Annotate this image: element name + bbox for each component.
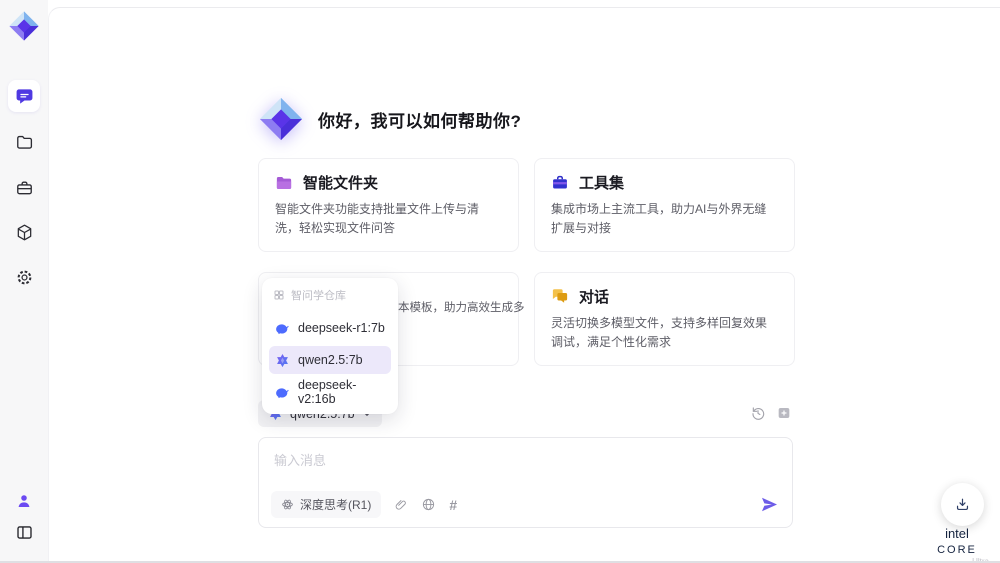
- history-icon[interactable]: [750, 405, 766, 421]
- folder-icon: [15, 133, 34, 152]
- deepseek-icon: [275, 385, 290, 400]
- repository-icon: [273, 289, 285, 301]
- download-icon: [954, 496, 971, 513]
- qwen-icon: [275, 353, 290, 368]
- card-smart-folder[interactable]: 智能文件夹 智能文件夹功能支持批量文件上传与清洗，轻松实现文件问答: [258, 158, 519, 252]
- model-option-label: deepseek-v2:16b: [298, 378, 357, 406]
- sidebar-item-folders[interactable]: [8, 126, 40, 158]
- user-icon: [15, 492, 33, 510]
- atom-icon: [281, 498, 294, 511]
- app-window: 你好，我可以如何帮助你? 智能文件夹 智能文件夹功能支持批量文件上传与清洗，轻松…: [0, 0, 1000, 563]
- deep-think-label: 深度思考(R1): [300, 498, 372, 512]
- model-option-deepseek-r1[interactable]: deepseek-r1:7b: [269, 314, 391, 342]
- card-title: 工具集: [579, 175, 625, 192]
- conversation-actions: [750, 405, 792, 421]
- attachment-icon[interactable]: [394, 498, 408, 512]
- card-description: 灵活切换多模型文件，支持多样回复效果调试，满足个性化需求: [551, 315, 768, 350]
- chat-bubble-icon: [15, 87, 34, 106]
- toolset-icon: [551, 174, 569, 192]
- smart-folder-icon: [275, 174, 293, 192]
- greeting: 你好，我可以如何帮助你?: [258, 96, 521, 142]
- deep-think-toggle[interactable]: 深度思考(R1): [271, 491, 382, 518]
- intel-core-badge: intel core Ultra: [925, 526, 989, 563]
- model-dropdown: 智问学仓库 deepseek-r1:7b qwen2.5:7b deepseek…: [262, 278, 398, 414]
- model-dropdown-header: 智问学仓库: [269, 286, 391, 310]
- model-option-deepseek-v2[interactable]: deepseek-v2:16b: [269, 378, 391, 406]
- composer-toolbar: 深度思考(R1) #: [271, 491, 779, 518]
- hash-prompt-icon[interactable]: #: [449, 497, 457, 513]
- model-option-label: qwen2.5:7b: [298, 353, 363, 367]
- sidebar: [0, 0, 48, 563]
- card-description: 集成市场上主流工具，助力AI与外界无缝扩展与对接: [551, 202, 767, 236]
- intel-wordmark: intel: [945, 526, 969, 541]
- new-chat-icon[interactable]: [776, 405, 792, 421]
- dialogue-icon: [551, 287, 569, 305]
- sidebar-item-settings[interactable]: [8, 261, 40, 293]
- sidebar-item-toolbox[interactable]: [8, 172, 40, 204]
- model-option-label: deepseek-r1:7b: [298, 321, 385, 335]
- briefcase-icon: [15, 179, 34, 198]
- card-title: 智能文件夹: [303, 175, 379, 192]
- panel-layout-icon: [15, 523, 34, 542]
- model-option-qwen[interactable]: qwen2.5:7b: [269, 346, 391, 374]
- send-button[interactable]: [760, 495, 779, 514]
- composer: 深度思考(R1) #: [258, 437, 793, 528]
- core-wordmark: core: [937, 544, 977, 556]
- app-logo-icon: [8, 10, 40, 42]
- sidebar-item-chat[interactable]: [8, 80, 40, 112]
- sidebar-item-panel-toggle[interactable]: [8, 516, 40, 548]
- card-description: 智能文件夹功能支持批量文件上传与清洗，轻松实现文件问答: [275, 202, 480, 236]
- card-title: 对话: [579, 288, 610, 306]
- sidebar-item-apps[interactable]: [8, 216, 40, 248]
- greeting-title: 你好，我可以如何帮助你?: [318, 111, 522, 131]
- cube-icon: [15, 223, 34, 242]
- message-input[interactable]: [272, 448, 756, 492]
- card-toolset[interactable]: 工具集 集成市场上主流工具，助力AI与外界无缝扩展与对接: [534, 158, 795, 252]
- download-button[interactable]: [941, 483, 984, 526]
- model-dropdown-header-label: 智问学仓库: [291, 290, 346, 302]
- web-search-icon[interactable]: [421, 497, 436, 512]
- sidebar-item-account[interactable]: [8, 485, 40, 517]
- gear-icon: [15, 268, 34, 287]
- card-description-partial: 本模板，助力高效生成多: [398, 301, 525, 314]
- deepseek-icon: [275, 321, 290, 336]
- card-dialogue[interactable]: 对话 灵活切换多模型文件，支持多样回复效果调试，满足个性化需求: [534, 271, 795, 366]
- greeting-logo-icon: [258, 96, 304, 142]
